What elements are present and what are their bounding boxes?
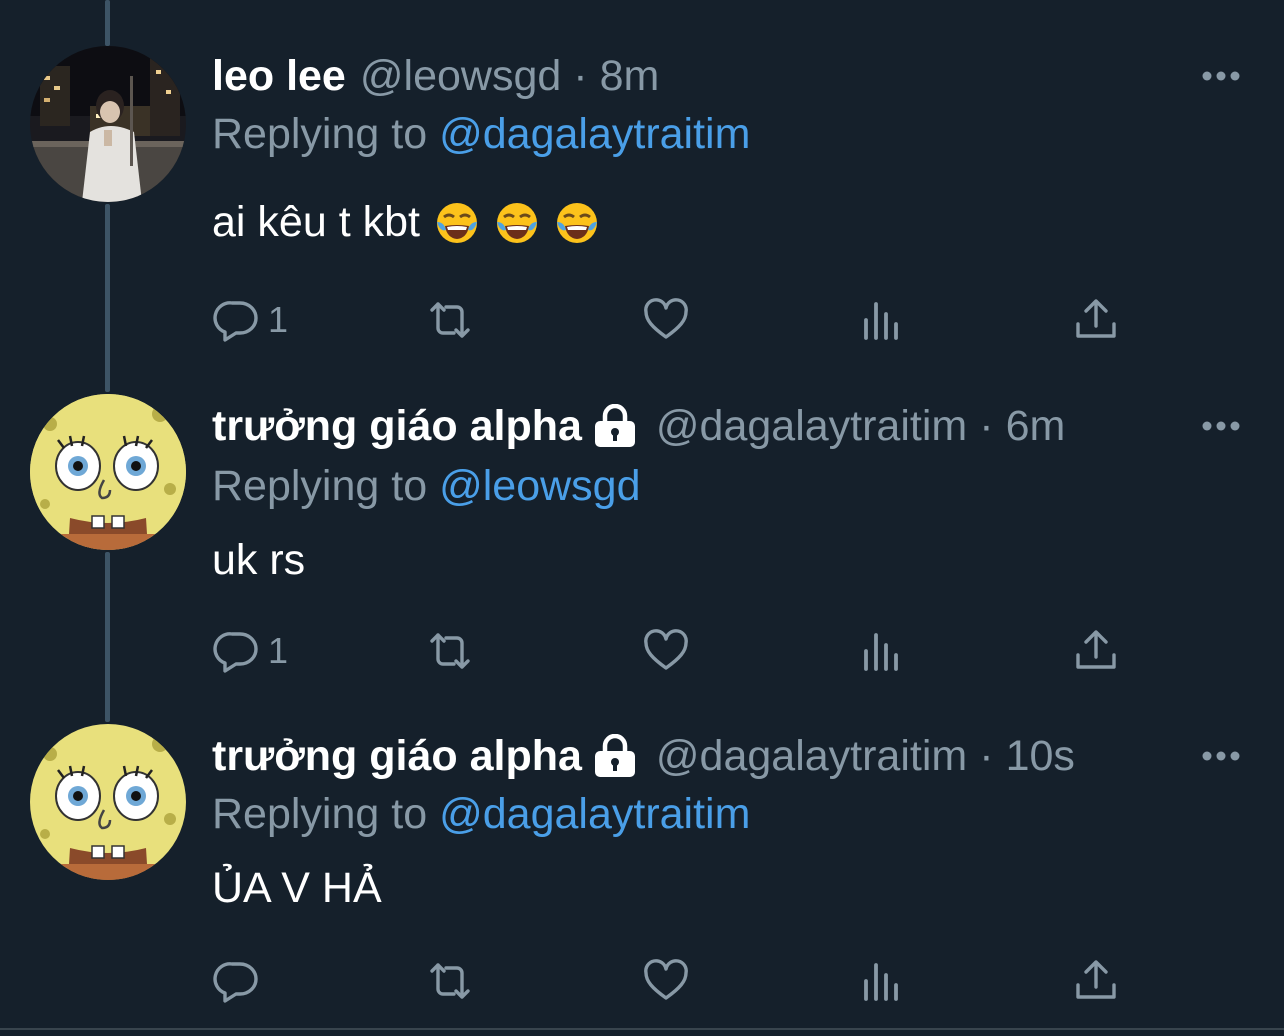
timestamp[interactable]: 8m — [600, 52, 660, 101]
tweet-actions: 1 — [0, 626, 1284, 676]
lock-icon — [592, 404, 638, 448]
tweet-text: ai kêu t kbt — [212, 198, 600, 247]
tweet-text: ỦA V HẢ — [212, 864, 382, 913]
replying-label: Replying to — [212, 462, 428, 510]
handle[interactable]: @dagalaytraitim — [656, 732, 967, 781]
like-button[interactable] — [642, 956, 698, 1006]
retweet-button[interactable] — [426, 295, 482, 345]
handle[interactable]: @dagalaytraitim — [656, 402, 967, 451]
tweet-header: leo lee @leowsgd · 8m — [212, 48, 659, 104]
thread-line-top — [105, 0, 110, 46]
avatar[interactable] — [30, 394, 186, 550]
tweet-body: ỦA V HẢ — [212, 864, 382, 912]
retweet-button[interactable] — [426, 956, 482, 1006]
share-button[interactable] — [1072, 295, 1120, 345]
avatar[interactable] — [30, 46, 186, 202]
mention-link[interactable]: @dagalaytraitim — [439, 110, 750, 158]
retweet-icon — [430, 633, 470, 669]
heart-icon — [644, 629, 688, 670]
share-icon — [1076, 630, 1116, 669]
night-street-photo-icon — [30, 46, 186, 202]
face-with-tears-of-joy-icon — [554, 200, 600, 246]
reply-button[interactable]: 1 — [212, 626, 288, 676]
heart-icon — [644, 959, 688, 1000]
replying-to: Replying to @leowsgd — [212, 462, 641, 511]
tweet-header: trưởng giáo alpha @dagalaytraitim · 6m — [212, 398, 1065, 454]
reply-button[interactable]: 1 — [212, 295, 288, 345]
more-icon[interactable] — [1200, 416, 1242, 436]
reply-button[interactable] — [212, 956, 268, 1006]
separator: · — [979, 401, 994, 450]
mention-link[interactable]: @leowsgd — [439, 462, 640, 510]
share-icon — [1076, 299, 1116, 338]
analytics-icon — [864, 302, 898, 340]
tweet-header: trưởng giáo alpha @dagalaytraitim · 10s — [212, 728, 1075, 784]
face-with-tears-of-joy-icon — [434, 200, 480, 246]
analytics-button[interactable] — [858, 295, 906, 345]
timestamp[interactable]: 10s — [1006, 732, 1075, 781]
handle[interactable]: @leowsgd — [360, 52, 561, 101]
tweet-text: uk rs — [212, 536, 305, 585]
separator: · — [573, 51, 588, 100]
analytics-icon — [864, 963, 898, 1001]
replying-label: Replying to — [212, 110, 428, 158]
analytics-button[interactable] — [858, 626, 906, 676]
spongebob-face-icon — [30, 394, 186, 550]
analytics-icon — [864, 633, 898, 671]
divider — [0, 1028, 1284, 1030]
reply-icon — [213, 301, 258, 342]
share-button[interactable] — [1072, 956, 1120, 1006]
timestamp[interactable]: 6m — [1006, 402, 1066, 451]
tweet-body: ai kêu t kbt — [212, 198, 420, 246]
retweet-icon — [430, 302, 470, 338]
face-with-tears-of-joy-icon — [494, 200, 540, 246]
display-name[interactable]: trưởng giáo alpha — [212, 732, 582, 781]
tweet-body: uk rs — [212, 536, 306, 584]
retweet-button[interactable] — [426, 626, 482, 676]
replying-to: Replying to @dagalaytraitim — [212, 110, 750, 159]
mention-link[interactable]: @dagalaytraitim — [439, 790, 750, 838]
replying-to: Replying to @dagalaytraitim — [212, 790, 750, 839]
retweet-icon — [430, 963, 470, 999]
tweet-actions — [0, 956, 1284, 1006]
like-button[interactable] — [642, 626, 698, 676]
reply-count: 1 — [268, 299, 289, 340]
reply-icon — [213, 632, 258, 673]
replying-label: Replying to — [212, 790, 428, 838]
reply-count: 1 — [268, 630, 289, 671]
reply-icon — [213, 962, 258, 1003]
separator: · — [979, 731, 994, 780]
share-icon — [1076, 960, 1116, 999]
display-name[interactable]: trưởng giáo alpha — [212, 402, 582, 451]
share-button[interactable] — [1072, 626, 1120, 676]
avatar[interactable] — [30, 724, 186, 880]
more-icon[interactable] — [1200, 746, 1242, 766]
heart-icon — [644, 298, 688, 339]
more-icon[interactable] — [1200, 66, 1242, 86]
like-button[interactable] — [642, 295, 698, 345]
analytics-button[interactable] — [858, 956, 906, 1006]
lock-icon — [592, 734, 638, 778]
tweet-actions: 1 — [0, 295, 1284, 345]
display-name[interactable]: leo lee — [212, 52, 346, 101]
spongebob-face-icon — [30, 724, 186, 880]
